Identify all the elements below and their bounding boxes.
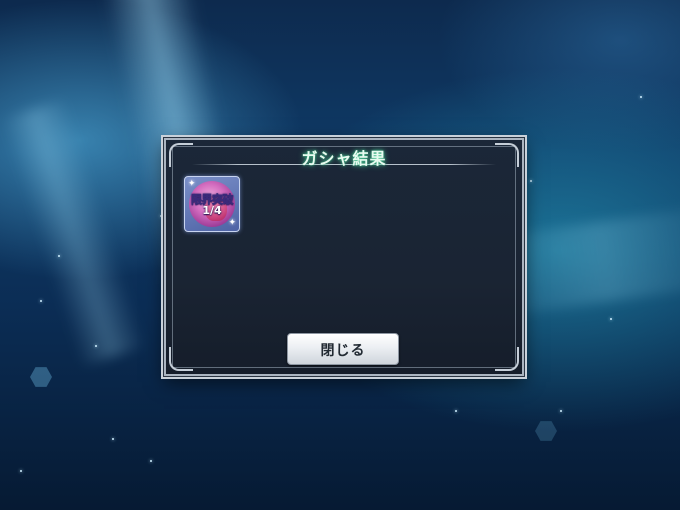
- star-particle: [530, 180, 532, 182]
- star-particle: [610, 318, 612, 320]
- star-particle: [455, 410, 457, 412]
- dialog-title: ガシャ結果: [301, 149, 387, 168]
- star-particle: [560, 410, 562, 412]
- ornament-corner: [169, 347, 193, 371]
- dialog-header: ガシャ結果: [166, 142, 522, 168]
- ornament-corner: [495, 347, 519, 371]
- close-button[interactable]: 閉じる: [287, 333, 399, 365]
- gacha-result-dialog: ガシャ結果 ✦ ✦ 限界突破 1/4 閉じる: [164, 138, 524, 376]
- close-button-label: 閉じる: [320, 343, 366, 359]
- star-particle: [160, 215, 162, 217]
- star-particle: [40, 300, 42, 302]
- sparkle-icon: ✦: [188, 179, 196, 189]
- star-particle: [58, 255, 60, 257]
- star-particle: [20, 470, 22, 472]
- star-particle: [640, 96, 642, 98]
- sparkle-icon: ✦: [228, 218, 236, 228]
- star-particle: [150, 460, 152, 462]
- star-particle: [95, 345, 97, 347]
- star-particle: [112, 438, 114, 440]
- result-item[interactable]: ✦ ✦ 限界突破 1/4: [184, 176, 240, 232]
- bokeh-particle: [535, 421, 557, 441]
- bokeh-particle: [30, 367, 52, 387]
- item-count: 1/4: [202, 204, 222, 217]
- light-beam: [0, 98, 147, 368]
